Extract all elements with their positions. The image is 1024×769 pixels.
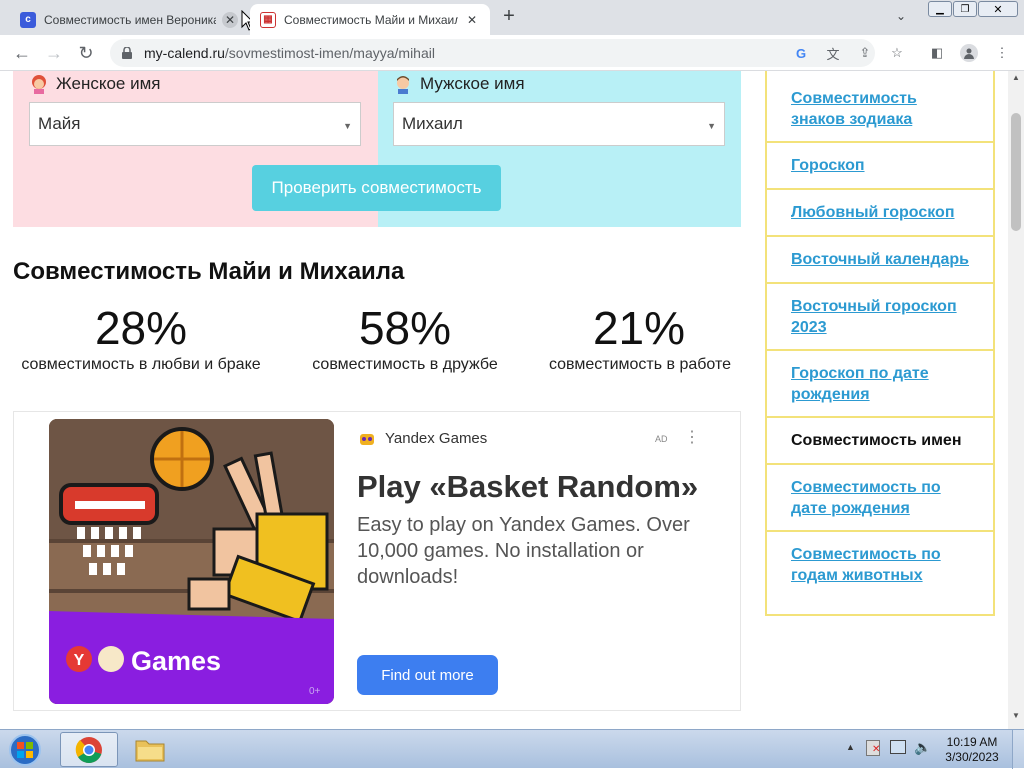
male-name-select[interactable]: Михаил ▼	[393, 102, 725, 146]
male-name-value: Михаил	[402, 114, 463, 133]
taskbar-explorer[interactable]	[121, 732, 179, 767]
yandex-games-icon	[360, 433, 374, 445]
close-tab-icon[interactable]: ✕	[464, 12, 480, 28]
sidebar-item-animal-years-compatibility[interactable]: Совместимость по годам животных	[767, 532, 993, 616]
sidebar-item-birthdate-horoscope[interactable]: Гороскоп по дате рождения	[767, 351, 993, 418]
tab-search-chevron-icon[interactable]: ⌄	[896, 9, 906, 23]
close-window-icon[interactable]: ✕	[978, 1, 1018, 17]
sidebar-item-horoscope[interactable]: Гороскоп	[767, 143, 993, 190]
windows-start-icon[interactable]	[3, 733, 47, 767]
windows-taskbar: ▲ ✕ 🔈 10:19 AM 3/30/2023	[0, 729, 1024, 769]
browser-toolbar: ← → ↻ my-calend.ru/sovmestimost-imen/may…	[0, 35, 1024, 71]
translate-icon[interactable]: 文	[825, 45, 841, 62]
sidebar-item-love-horoscope[interactable]: Любовный гороскоп	[767, 190, 993, 237]
love-percent: 28%	[94, 302, 188, 354]
female-label: Женское имя	[30, 74, 160, 94]
forward-arrow-icon[interactable]: →	[40, 39, 68, 67]
folder-icon	[135, 740, 165, 761]
sidebar-menu: Совместимость знаков зодиака Гороскоп Лю…	[765, 71, 995, 616]
restore-icon[interactable]: ❐	[953, 1, 977, 17]
tab-title: Совместимость имен Вероника	[44, 12, 216, 27]
scroll-up-arrow-icon[interactable]: ▲	[1012, 73, 1020, 82]
ad-image-caption: Games	[131, 646, 221, 676]
show-hidden-icons-icon[interactable]: ▲	[846, 742, 855, 752]
girl-icon	[32, 75, 46, 94]
side-panel-icon[interactable]: ◧	[929, 45, 945, 61]
basketball-game-illustration: Y Games 0+	[49, 419, 334, 704]
taskbar-clock[interactable]: 10:19 AM 3/30/2023	[942, 735, 1002, 765]
network-icon[interactable]	[890, 740, 906, 754]
profile-avatar-icon[interactable]	[960, 44, 978, 62]
site-favicon-icon: c	[20, 11, 36, 28]
ad-options-kebab-icon[interactable]: ⋮	[684, 427, 700, 447]
find-out-more-button[interactable]: Find out more	[357, 655, 498, 695]
tab-mayya-mihail[interactable]: ▦ Совместимость Майи и Михаил ✕	[250, 4, 490, 35]
svg-text:Y: Y	[74, 652, 85, 669]
male-label: Мужское имя	[394, 74, 525, 94]
scroll-down-arrow-icon[interactable]: ▼	[1012, 711, 1020, 720]
menu-kebab-icon[interactable]: ⋮	[994, 45, 1010, 61]
back-arrow-icon[interactable]: ←	[8, 39, 36, 67]
chrome-icon	[75, 736, 102, 763]
sidebar-item-name-compatibility: Совместимость имен	[767, 418, 993, 465]
friendship-percent: 58%	[358, 302, 452, 354]
address-bar[interactable]: my-calend.ru/sovmestimost-imen/mayya/mih…	[110, 39, 875, 67]
reload-icon[interactable]: ↻	[72, 39, 100, 67]
calendar-favicon-icon: ▦	[260, 11, 276, 28]
browser-tab-strip: c Совместимость имен Вероника ✕ ▦ Совмес…	[0, 0, 1024, 35]
clock-time: 10:19 AM	[946, 735, 998, 749]
dropdown-caret-icon: ▼	[343, 121, 352, 131]
taskbar-chrome[interactable]	[60, 732, 118, 767]
result-title: Совместимость Майи и Михаила	[13, 258, 405, 285]
share-icon[interactable]: ⇪	[857, 45, 873, 61]
ad-label: AD	[655, 434, 668, 444]
sidebar-item-eastern-horoscope-2023[interactable]: Восточный гороскоп 2023	[767, 284, 993, 351]
dropdown-caret-icon: ▼	[707, 121, 716, 131]
page-content: Женское имя Майя ▼ Мужское имя Михаил ▼ …	[0, 71, 1008, 729]
bookmark-star-icon[interactable]: ☆	[889, 45, 905, 61]
sidebar-item-zodiac-compatibility[interactable]: Совместимость знаков зодиака	[767, 71, 993, 143]
clock-date: 3/30/2023	[945, 750, 999, 764]
boy-icon	[397, 76, 409, 94]
tab-veronika[interactable]: c Совместимость имен Вероника ✕	[10, 4, 248, 35]
ad-game-image[interactable]: Y Games 0+	[49, 419, 334, 704]
action-center-flag-icon[interactable]: ✕	[866, 740, 880, 756]
ad-brand[interactable]: Yandex Games	[359, 430, 487, 447]
female-name-select[interactable]: Майя ▼	[29, 102, 361, 146]
url-path: /sovmestimost-imen/mayya/mihail	[224, 45, 435, 61]
new-tab-icon[interactable]: +	[499, 5, 519, 27]
url-domain: my-calend.ru	[144, 45, 225, 61]
scrollbar-thumb[interactable]	[1011, 113, 1021, 231]
close-tab-icon[interactable]: ✕	[222, 11, 238, 28]
sidebar-item-birthdate-compatibility[interactable]: Совместимость по дате рождения	[767, 465, 993, 532]
friendship-percent-label: совместимость в дружбе	[312, 356, 498, 373]
tab-title: Совместимость Майи и Михаил	[284, 12, 458, 27]
ad-body-text: Easy to play on Yandex Games. Over 10,00…	[357, 514, 690, 588]
google-icon[interactable]: G	[793, 45, 809, 61]
volume-muted-icon[interactable]: 🔈	[914, 739, 931, 756]
check-compatibility-button[interactable]: Проверить совместимость	[252, 165, 501, 211]
lock-icon	[122, 47, 132, 59]
show-desktop-button[interactable]	[1012, 730, 1024, 769]
female-name-value: Майя	[38, 114, 81, 133]
ad-banner[interactable]: Y Games 0+ Yandex Games AD ⋮ Play «Baske…	[13, 411, 741, 711]
work-percent: 21%	[592, 302, 686, 354]
age-rating: 0+	[309, 686, 321, 697]
sidebar-item-eastern-calendar[interactable]: Восточный календарь	[767, 237, 993, 284]
work-percent-label: совместимость в работе	[548, 356, 732, 373]
love-percent-label: совместимость в любви и браке	[21, 356, 261, 373]
minimize-icon[interactable]: ▁	[928, 1, 952, 17]
ad-headline[interactable]: Play «Basket Random»	[357, 469, 698, 505]
